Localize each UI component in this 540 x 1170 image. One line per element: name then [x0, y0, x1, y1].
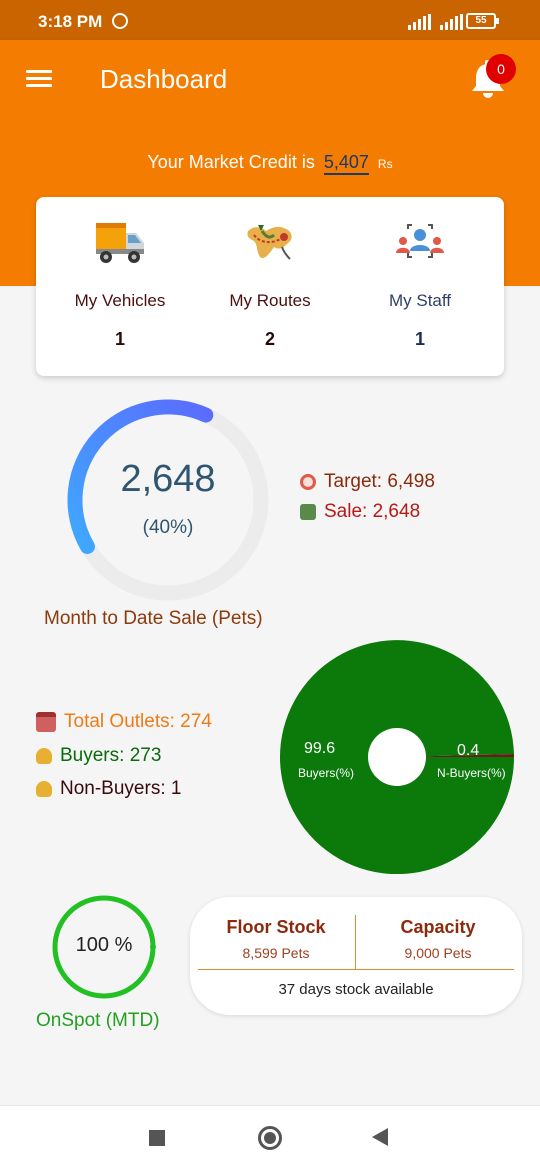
- notification-badge[interactable]: 0: [486, 54, 516, 84]
- money-bag-icon-2: [36, 781, 52, 797]
- onspot-caption: OnSpot (MTD): [36, 1010, 160, 1031]
- stock-divider-horizontal: [198, 969, 514, 970]
- signal-icon-2: [440, 14, 463, 30]
- back-button[interactable]: [372, 1128, 388, 1146]
- status-bar: 3:18 PM 55: [0, 0, 540, 40]
- status-time: 3:18 PM: [38, 12, 103, 31]
- non-buyers-row: Non-Buyers: 1: [36, 778, 181, 800]
- non-buyers-text: Non-Buyers: 1: [60, 778, 182, 799]
- routes-count: 2: [264, 329, 275, 349]
- pie-center-hole: [368, 728, 426, 786]
- stock-note: 37 days stock available: [278, 981, 434, 998]
- system-nav-bar: [0, 1105, 540, 1170]
- market-credit: Your Market Credit is 5,407 Rs: [0, 152, 540, 175]
- staff-label: My Staff: [388, 291, 452, 310]
- menu-icon[interactable]: [26, 70, 52, 88]
- routes-label: My Routes: [229, 291, 311, 310]
- staff-icon: [396, 224, 444, 258]
- floor-stock-value: 8,599 Pets: [242, 945, 310, 961]
- capacity-value: 9,000 Pets: [404, 945, 472, 961]
- sale-row: Sale: 2,648: [300, 501, 420, 523]
- money-bag-icon: [36, 748, 52, 764]
- credit-value: 5,407: [323, 152, 369, 175]
- sale-percent: (40%): [142, 517, 194, 538]
- routes-item[interactable]: My Routes 2: [192, 197, 348, 376]
- home-button[interactable]: [258, 1126, 282, 1150]
- pie-label-buyers: Buyers(%): [298, 766, 355, 780]
- vehicles-count: 1: [114, 329, 125, 349]
- total-outlets-row: Total Outlets: 274: [36, 711, 212, 733]
- buyers-row: Buyers: 273: [36, 745, 161, 767]
- pie-value-non-buyers: 0.4: [457, 742, 480, 759]
- vehicles-label: My Vehicles: [74, 291, 166, 310]
- onspot-value: 100 %: [75, 934, 133, 956]
- staff-count: 1: [414, 329, 425, 349]
- sale-text: Sale: 2,648: [324, 501, 421, 522]
- alarm-icon: [112, 13, 128, 29]
- pie-label-non-buyers: N-Buyers(%): [437, 766, 506, 780]
- page-title: Dashboard: [100, 64, 228, 94]
- recents-button[interactable]: [149, 1130, 165, 1146]
- cash-icon: [300, 504, 316, 520]
- target-row: Target: 6,498: [300, 471, 435, 493]
- vehicles-item[interactable]: My Vehicles 1: [42, 197, 198, 376]
- map-route-icon: [247, 225, 292, 260]
- buyers-text: Buyers: 273: [60, 745, 162, 766]
- total-outlets-text: Total Outlets: 274: [64, 711, 212, 732]
- battery-icon: 55: [466, 13, 499, 29]
- app-bar: Dashboard: [0, 40, 540, 118]
- credit-label: Your Market Credit is: [147, 152, 315, 172]
- capacity-title: Capacity: [400, 917, 476, 937]
- target-icon: [300, 474, 316, 490]
- credit-unit: Rs: [377, 157, 393, 171]
- sale-value: 2,648: [120, 458, 216, 500]
- staff-item[interactable]: My Staff 1: [342, 197, 498, 376]
- summary-card: My Vehicles 1 My Routes 2 My Staff 1: [36, 197, 504, 376]
- sale-caption: Month to Date Sale (Pets): [44, 608, 263, 629]
- signal-icon: [408, 14, 431, 30]
- target-text: Target: 6,498: [324, 471, 435, 492]
- stock-divider: [355, 915, 356, 969]
- store-icon: [36, 712, 56, 732]
- truck-icon: [96, 223, 144, 263]
- floor-stock-title: Floor Stock: [226, 917, 326, 937]
- pie-value-buyers: 99.6: [304, 740, 336, 757]
- stock-card: Floor Stock 8,599 Pets Capacity 9,000 Pe…: [190, 897, 522, 1015]
